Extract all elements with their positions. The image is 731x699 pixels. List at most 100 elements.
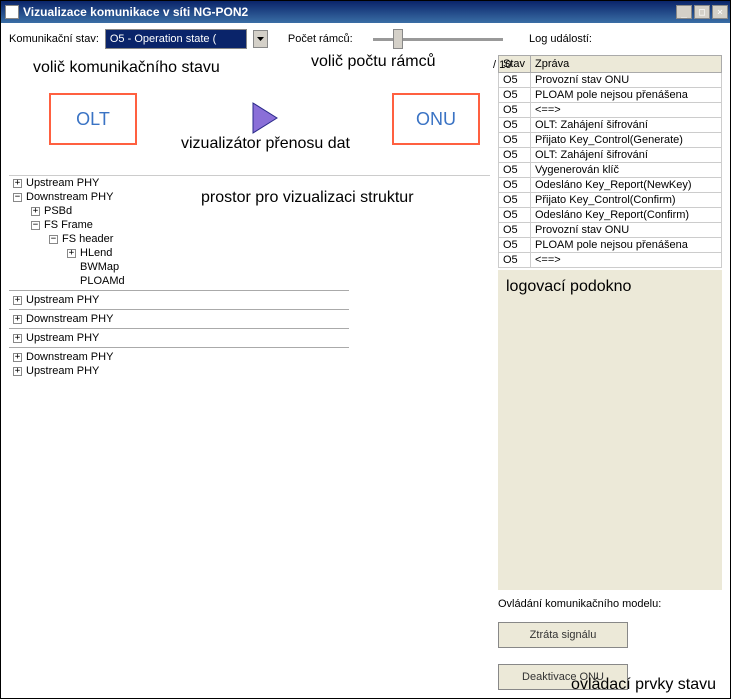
onu-node[interactable]: ONU (392, 93, 480, 145)
frame-count-label: Počet rámců: (288, 33, 353, 45)
log-cell-msg: OLT: Zahájení šifrování (531, 118, 722, 133)
log-row[interactable]: O5Provozní stav ONU (499, 223, 722, 238)
log-cell-msg: Vygenerován klíč (531, 163, 722, 178)
tree-item-label: Upstream PHY (26, 294, 99, 306)
comm-state-combo[interactable]: O5 - Operation state ( (105, 29, 247, 49)
log-row[interactable]: O5<==> (499, 103, 722, 118)
log-cell-msg: Přijato Key_Control(Generate) (531, 133, 722, 148)
tree-item[interactable]: + HLend (9, 246, 490, 260)
expand-icon[interactable]: + (67, 249, 76, 258)
minimize-button[interactable]: _ (676, 5, 692, 19)
tree-item[interactable]: −FS header (9, 232, 490, 246)
frame-count-slider[interactable] (369, 38, 507, 41)
log-cell-state: O5 (499, 118, 531, 133)
tree-item-label: Downstream PHY (26, 313, 113, 325)
tree-item-label: FS Frame (44, 219, 93, 231)
collapse-icon[interactable]: − (13, 193, 22, 202)
tree-item[interactable]: + Upstream PHY (9, 331, 490, 345)
tree-item-label: PSBd (44, 205, 72, 217)
expand-icon[interactable]: + (13, 296, 22, 305)
log-cell-msg: Provozní stav ONU (531, 73, 722, 88)
log-cell-state: O5 (499, 253, 531, 268)
tree-item-label: Upstream PHY (26, 365, 99, 377)
tree-item[interactable]: PLOAMd (9, 274, 490, 288)
signal-loss-button[interactable]: Ztráta signálu (498, 622, 628, 648)
annotation-log-pane: logovací podokno (506, 278, 631, 295)
window-title: Vizualizace komunikace v síti NG-PON2 (23, 5, 248, 19)
tree-item[interactable]: + Upstream PHY (9, 293, 490, 307)
log-row[interactable]: O5Odesláno Key_Report(NewKey) (499, 178, 722, 193)
tree-item-label: Upstream PHY (26, 332, 99, 344)
tree-item[interactable]: BWMap (9, 260, 490, 274)
log-cell-msg: <==> (531, 103, 722, 118)
log-cell-state: O5 (499, 208, 531, 223)
combo-arrow-icon[interactable] (253, 30, 268, 48)
log-cell-msg: OLT: Zahájení šifrování (531, 148, 722, 163)
tree-item[interactable]: −Downstream PHY (9, 190, 490, 204)
tree-item[interactable]: −FS Frame (9, 218, 490, 232)
log-row[interactable]: O5<==> (499, 253, 722, 268)
tree-item[interactable]: + Upstream PHY (9, 364, 490, 378)
controls-label: Ovládání komunikačního modelu: (498, 598, 722, 610)
log-cell-state: O5 (499, 163, 531, 178)
tree-item[interactable]: + Downstream PHY (9, 312, 490, 326)
maximize-button[interactable]: □ (694, 5, 710, 19)
tree-item-label: FS header (62, 233, 113, 245)
log-cell-state: O5 (499, 238, 531, 253)
log-cell-msg: <==> (531, 253, 722, 268)
log-row[interactable]: O5Odesláno Key_Report(Confirm) (499, 208, 722, 223)
log-cell-state: O5 (499, 73, 531, 88)
tree-item[interactable]: + Upstream PHY (9, 176, 490, 190)
log-cell-msg: Odesláno Key_Report(Confirm) (531, 208, 722, 223)
collapse-icon[interactable]: − (31, 221, 40, 230)
log-cell-msg: PLOAM pole nejsou přenášena (531, 238, 722, 253)
play-arrow-icon[interactable] (251, 101, 279, 138)
log-cell-state: O5 (499, 133, 531, 148)
expand-icon[interactable]: + (13, 315, 22, 324)
tree-item-label: HLend (80, 247, 112, 259)
log-row[interactable]: O5OLT: Zahájení šifrování (499, 118, 722, 133)
log-pane: logovací podokno (498, 270, 722, 590)
log-row[interactable]: O5Přijato Key_Control(Generate) (499, 133, 722, 148)
tree-item-label: BWMap (80, 261, 119, 273)
annotation-controls: ovládací prvky stavu (571, 676, 716, 694)
log-row[interactable]: O5Přijato Key_Control(Confirm) (499, 193, 722, 208)
comm-state-value: O5 - Operation state ( (110, 33, 216, 45)
titlebar: Vizualizace komunikace v síti NG-PON2 _ … (1, 1, 730, 23)
olt-node[interactable]: OLT (49, 93, 137, 145)
tree-item[interactable]: + Downstream PHY (9, 350, 490, 364)
expand-icon[interactable]: + (13, 179, 22, 188)
structure-tree: +Upstream PHY−Downstream PHY+PSBd−FS Fra… (9, 175, 490, 378)
log-cell-state: O5 (499, 103, 531, 118)
log-col-msg[interactable]: Zpráva (531, 56, 722, 73)
comm-state-label: Komunikační stav: (9, 33, 99, 45)
log-cell-msg: Přijato Key_Control(Confirm) (531, 193, 722, 208)
frame-count-suffix: / 10 (493, 59, 511, 71)
expand-icon[interactable]: + (13, 334, 22, 343)
tree-item-label: Downstream PHY (26, 351, 113, 363)
log-row[interactable]: O5PLOAM pole nejsou přenášena (499, 88, 722, 103)
app-icon (5, 5, 19, 19)
log-row[interactable]: O5Provozní stav ONU (499, 73, 722, 88)
log-cell-msg: PLOAM pole nejsou přenášena (531, 88, 722, 103)
log-cell-msg: Provozní stav ONU (531, 223, 722, 238)
log-row[interactable]: O5PLOAM pole nejsou přenášena (499, 238, 722, 253)
collapse-icon[interactable]: − (49, 235, 58, 244)
expand-icon[interactable]: + (13, 353, 22, 362)
log-table-wrap: Stav Zpráva O5Provozní stav ONUO5PLOAM p… (498, 55, 722, 268)
log-cell-state: O5 (499, 223, 531, 238)
tree-item-label: Upstream PHY (26, 177, 99, 189)
toolbar: Komunikační stav: O5 - Operation state (… (1, 23, 730, 55)
tree-item-label: PLOAMd (80, 275, 125, 287)
close-button[interactable]: × (712, 5, 728, 19)
tree-item[interactable]: + PSBd (9, 204, 490, 218)
log-cell-state: O5 (499, 148, 531, 163)
expand-icon[interactable]: + (13, 367, 22, 376)
log-row[interactable]: O5OLT: Zahájení šifrování (499, 148, 722, 163)
expand-icon[interactable]: + (31, 207, 40, 216)
log-events-label: Log událostí: (529, 33, 592, 45)
log-row[interactable]: O5Vygenerován klíč (499, 163, 722, 178)
log-table: Stav Zpráva O5Provozní stav ONUO5PLOAM p… (498, 55, 722, 268)
log-cell-state: O5 (499, 178, 531, 193)
tree-item-label: Downstream PHY (26, 191, 113, 203)
